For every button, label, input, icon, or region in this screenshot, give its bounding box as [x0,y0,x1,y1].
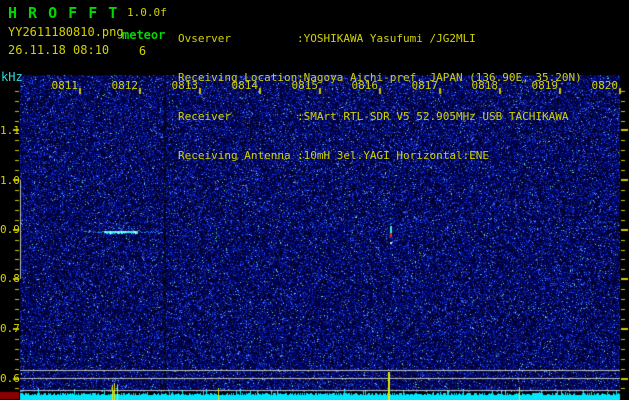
freq-label-0-6: 0.6 [0,372,20,385]
time-label-0816: 0816 [351,79,379,92]
observer-value: :YOSHIKAWA Yasufumi /JG2MLI [297,32,476,45]
time-label-0811: 0811 [51,79,79,92]
echo-count: 6 [138,44,147,58]
freq-axis-unit: kHz [1,70,23,84]
hrofft-window: H R O F F T 1.0.0f YY2611180810.png mete… [0,0,629,400]
info-row-observer: Ovserver :YOSHIKAWA Yasufumi /JG2MLI [178,32,582,45]
receiver-value: :SMArt RTL-SDR V5 52.905MHz USB TACHIKAW… [297,110,569,123]
time-label-0818: 0818 [471,79,499,92]
observation-mode: meteor [122,28,166,42]
freq-label-0-7: 0.7 [0,322,20,335]
observer-label: Ovserver [178,32,231,45]
freq-label-1-0: 1.0 [0,174,20,187]
info-row-receiver: Receiver :SMArt RTL-SDR V5 52.905MHz USB … [178,110,582,123]
app-title: H R O F F T [8,4,119,22]
freq-label-0-9: 0.9 [0,223,20,236]
observation-datetime: 26.11.18 08:10 [8,43,110,57]
app-version: 1.0.0f [127,6,167,19]
output-filename: YY2611180810.png [8,25,124,39]
time-label-0813: 0813 [171,79,199,92]
freq-label-0-8: 0.8 [0,272,20,285]
antenna-label: Receiving Antenna [178,149,291,162]
antenna-value: :10mH 3el.YAGI Horizontal:ENE [297,149,490,162]
time-label-0815: 0815 [291,79,319,92]
receiver-label: Receiver [178,110,231,123]
time-label-0820: 0820 [591,79,619,92]
time-label-0814: 0814 [231,79,259,92]
freq-label-1-1: 1.1 [0,124,20,137]
time-label-0817: 0817 [411,79,439,92]
time-label-0812: 0812 [111,79,139,92]
info-row-antenna: Receiving Antenna :10mH 3el.YAGI Horizont… [178,149,582,162]
time-label-0819: 0819 [531,79,559,92]
station-info: Ovserver :YOSHIKAWA Yasufumi /JG2MLI Rece… [178,6,582,188]
